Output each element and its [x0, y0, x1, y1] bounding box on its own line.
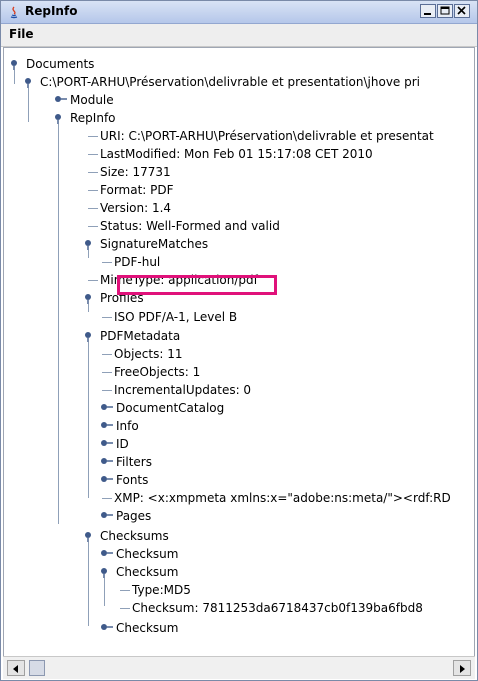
tree-node-label: Checksum: 7811253da6718437cb0f139ba6fbd8 — [132, 601, 423, 615]
scroll-right-button[interactable] — [453, 660, 471, 676]
repinfo-window: RepInfo File Documents C:\PORT-ARHU\Prése… — [0, 0, 478, 681]
tree-guide-line — [14, 70, 15, 84]
arrow-left-icon — [13, 665, 18, 673]
tree-guide-line — [88, 304, 89, 312]
tree-node-label: Filters — [116, 455, 152, 469]
expanded-handle-icon[interactable] — [84, 329, 98, 343]
collapsed-handle-icon[interactable] — [100, 547, 114, 561]
tree-node-label: SignatureMatches — [100, 237, 209, 251]
highlight-box — [117, 275, 277, 295]
maximize-button[interactable] — [437, 4, 453, 18]
tree-guide-line — [104, 578, 105, 606]
tree-node-label: FreeObjects: 1 — [114, 365, 201, 379]
tree-connector-line — [88, 154, 98, 155]
tree-connector-line — [88, 280, 98, 281]
collapsed-handle-icon[interactable] — [100, 455, 114, 469]
tree-connector-line — [120, 608, 130, 609]
tree-node-label: LastModified: Mon Feb 01 15:17:08 CET 20… — [100, 147, 373, 161]
tree-node-label: ID — [116, 437, 129, 451]
java-app-icon — [10, 6, 18, 19]
tree-connector-line — [102, 498, 112, 499]
tree-connector-line — [88, 136, 98, 137]
maximize-icon — [440, 6, 450, 15]
collapsed-handle-icon[interactable] — [100, 509, 114, 523]
minimize-button[interactable] — [420, 4, 436, 18]
tree-node-label: PDF-hul — [114, 255, 161, 269]
tree-guide-line — [28, 88, 29, 122]
expanded-handle-icon[interactable] — [10, 57, 24, 71]
window-title: RepInfo — [25, 4, 78, 18]
tree-view[interactable]: Documents C:\PORT-ARHU\Préservation\deliv… — [3, 47, 475, 657]
collapsed-handle-icon[interactable] — [100, 419, 114, 433]
tree-connector-line — [88, 226, 98, 227]
title-bar[interactable]: RepInfo — [1, 1, 477, 24]
tree-node-label: IncrementalUpdates: 0 — [114, 383, 252, 397]
tree-node-label: Size: 17731 — [100, 165, 171, 179]
tree-connector-line — [102, 262, 112, 263]
expanded-handle-icon[interactable] — [100, 565, 114, 579]
horizontal-scrollbar[interactable] — [3, 656, 475, 679]
tree-node-label: Checksums — [100, 529, 169, 543]
tree-node-label: ISO PDF/A-1, Level B — [114, 310, 238, 324]
tree-node-label: Checksum — [116, 565, 179, 579]
tree-node-label: Objects: 11 — [114, 347, 183, 361]
tree-connector-line — [102, 390, 112, 391]
collapsed-handle-icon[interactable] — [54, 93, 68, 107]
tree-node-label: Format: PDF — [100, 183, 174, 197]
tree-node-label: Module — [70, 93, 114, 107]
tree-node-label: Info — [116, 419, 139, 433]
tree-node-label: Checksum — [116, 547, 179, 561]
tree-connector-line — [88, 172, 98, 173]
tree-node-label: Documents — [26, 57, 95, 71]
scroll-left-button[interactable] — [7, 660, 25, 676]
menu-file[interactable]: File — [9, 27, 34, 41]
collapsed-handle-icon[interactable] — [100, 401, 114, 415]
tree-node-label: PDFMetadata — [100, 329, 181, 343]
expanded-handle-icon[interactable] — [54, 111, 68, 125]
tree-guide-line — [88, 542, 89, 626]
collapsed-handle-icon[interactable] — [100, 437, 114, 451]
collapsed-handle-icon[interactable] — [100, 473, 114, 487]
tree-node-label: URI: C:\PORT-ARHU\Préservation\delivrabl… — [100, 129, 434, 143]
close-icon — [457, 6, 466, 15]
tree-node-label: RepInfo — [70, 111, 116, 125]
tree-node-label: C:\PORT-ARHU\Préservation\delivrable et … — [40, 75, 421, 89]
tree-guide-line — [88, 250, 89, 258]
tree-connector-line — [88, 190, 98, 191]
expanded-handle-icon[interactable] — [24, 75, 38, 89]
tree-node-label: Status: Well-Formed and valid — [100, 219, 280, 233]
tree-connector-line — [102, 372, 112, 373]
tree-node-label: DocumentCatalog — [116, 401, 225, 415]
expanded-handle-icon[interactable] — [84, 529, 98, 543]
minimize-icon — [424, 13, 431, 15]
tree-node-label: Pages — [116, 509, 152, 523]
tree-node-label: Fonts — [116, 473, 149, 487]
tree-node-label: Version: 1.4 — [100, 201, 172, 215]
tree-connector-line — [102, 354, 112, 355]
tree-node-label: XMP: <x:xmpmeta xmlns:x="adobe:ns:meta/"… — [114, 491, 451, 505]
tree-guide-line — [88, 342, 89, 498]
scroll-thumb[interactable] — [29, 660, 45, 676]
tree-node-label: Checksum — [116, 621, 179, 635]
tree-connector-line — [88, 208, 98, 209]
arrow-right-icon — [460, 665, 465, 673]
tree-connector-line — [120, 590, 130, 591]
menu-bar: File — [1, 24, 477, 47]
expanded-handle-icon[interactable] — [84, 237, 98, 251]
close-button[interactable] — [454, 4, 470, 18]
tree-connector-line — [102, 317, 112, 318]
collapsed-handle-icon[interactable] — [100, 621, 114, 635]
expanded-handle-icon[interactable] — [84, 291, 98, 305]
tree-node-label: Type:MD5 — [132, 583, 191, 597]
tree-guide-line — [58, 124, 59, 524]
